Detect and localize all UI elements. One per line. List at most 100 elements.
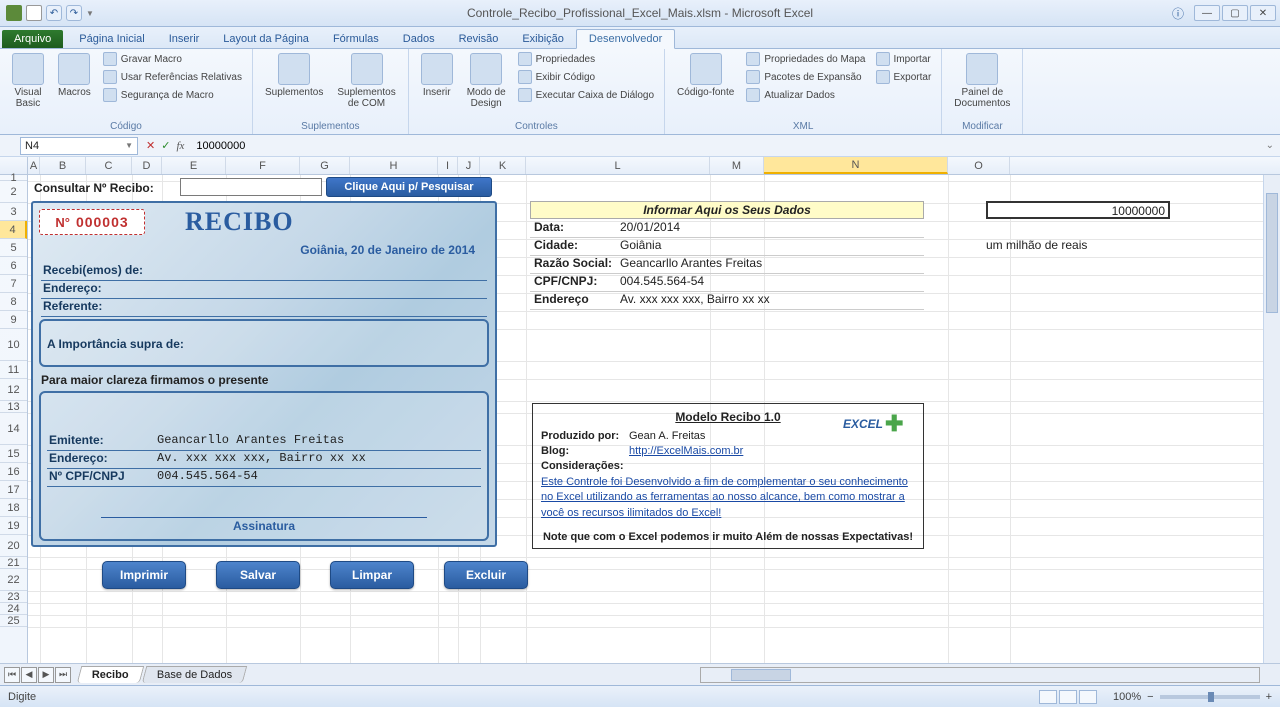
row-header-10[interactable]: 10	[0, 329, 27, 361]
tab-revisao[interactable]: Revisão	[447, 30, 511, 48]
exportar-button[interactable]: Exportar	[874, 69, 934, 85]
enter-icon[interactable]: ✓	[161, 139, 170, 152]
row-header-15[interactable]: 15	[0, 445, 27, 463]
tab-pagina-inicial[interactable]: Página Inicial	[67, 30, 156, 48]
col-header-L[interactable]: L	[526, 157, 710, 174]
minimize-button[interactable]: —	[1194, 5, 1220, 21]
cancel-icon[interactable]: ✕	[146, 139, 155, 152]
importar-button[interactable]: Importar	[874, 51, 934, 67]
row-header-4[interactable]: 4	[0, 221, 27, 239]
redo-icon[interactable]: ↷	[66, 5, 82, 21]
col-header-H[interactable]: H	[350, 157, 438, 174]
row-header-20[interactable]: 20	[0, 535, 27, 557]
col-header-K[interactable]: K	[480, 157, 526, 174]
info-cidade-value[interactable]: Goiânia	[616, 238, 661, 255]
tab-desenvolvedor[interactable]: Desenvolvedor	[576, 29, 675, 49]
macros-button[interactable]: Macros	[54, 51, 95, 100]
col-header-B[interactable]: B	[40, 157, 86, 174]
excel-icon[interactable]	[6, 5, 22, 21]
suplementos-button[interactable]: Suplementos	[261, 51, 327, 100]
vertical-scrollbar[interactable]	[1263, 175, 1280, 663]
row-header-23[interactable]: 23	[0, 591, 27, 603]
tab-last-icon[interactable]: ⏭	[55, 667, 71, 683]
col-header-D[interactable]: D	[132, 157, 162, 174]
row-header-17[interactable]: 17	[0, 481, 27, 499]
visual-basic-button[interactable]: Visual Basic	[8, 51, 48, 111]
col-header-A[interactable]: A	[28, 157, 40, 174]
seguranca-macro-button[interactable]: Segurança de Macro	[101, 87, 244, 103]
namebox-dropdown-icon[interactable]: ▼	[125, 141, 133, 150]
tab-dados[interactable]: Dados	[391, 30, 447, 48]
file-tab[interactable]: Arquivo	[2, 30, 63, 48]
vscroll-thumb[interactable]	[1266, 193, 1278, 313]
row-header-8[interactable]: 8	[0, 293, 27, 311]
gravar-macro-button[interactable]: Gravar Macro	[101, 51, 244, 67]
pesquisar-button[interactable]: Clique Aqui p/ Pesquisar	[326, 177, 492, 197]
col-header-C[interactable]: C	[86, 157, 132, 174]
qat-dropdown-icon[interactable]: ▼	[86, 9, 94, 18]
ref-relativas-button[interactable]: Usar Referências Relativas	[101, 69, 244, 85]
modelo-blog-link[interactable]: http://ExcelMais.com.br	[629, 445, 743, 457]
tab-next-icon[interactable]: ▶	[38, 667, 54, 683]
zoom-thumb[interactable]	[1208, 692, 1214, 702]
row-header-6[interactable]: 6	[0, 257, 27, 275]
row-header-24[interactable]: 24	[0, 603, 27, 615]
row-header-5[interactable]: 5	[0, 239, 27, 257]
row-header-14[interactable]: 14	[0, 413, 27, 445]
view-layout-icon[interactable]	[1059, 690, 1077, 704]
tab-inserir[interactable]: Inserir	[157, 30, 212, 48]
row-header-16[interactable]: 16	[0, 463, 27, 481]
maximize-button[interactable]: ▢	[1222, 5, 1248, 21]
tab-exibicao[interactable]: Exibição	[510, 30, 576, 48]
consultar-input[interactable]	[180, 178, 322, 196]
col-header-G[interactable]: G	[300, 157, 350, 174]
zoom-out-icon[interactable]: −	[1147, 691, 1153, 703]
selected-cell-n4[interactable]: 10000000	[986, 201, 1170, 219]
tab-layout[interactable]: Layout da Página	[211, 30, 321, 48]
view-pagebreak-icon[interactable]	[1079, 690, 1097, 704]
col-header-E[interactable]: E	[162, 157, 226, 174]
tab-first-icon[interactable]: ⏮	[4, 667, 20, 683]
info-cpf-value[interactable]: 004.545.564-54	[616, 274, 704, 291]
salvar-button[interactable]: Salvar	[216, 561, 300, 589]
propriedades-button[interactable]: Propriedades	[516, 51, 656, 67]
info-endereco-value[interactable]: Av. xxx xxx xxx, Bairro xx xx	[616, 292, 770, 309]
info-razao-value[interactable]: Geancarllo Arantes Freitas	[616, 256, 762, 273]
close-button[interactable]: ✕	[1250, 5, 1276, 21]
fx-icon[interactable]: fx	[176, 140, 184, 152]
codigo-fonte-button[interactable]: Código-fonte	[673, 51, 738, 100]
row-header-21[interactable]: 21	[0, 557, 27, 569]
row-header-22[interactable]: 22	[0, 569, 27, 591]
formula-bar-expand-icon[interactable]: ⌄	[1266, 140, 1274, 151]
row-header-13[interactable]: 13	[0, 401, 27, 413]
hscroll-thumb[interactable]	[731, 669, 791, 681]
excluir-button[interactable]: Excluir	[444, 561, 528, 589]
cells-area[interactable]: Consultar Nº Recibo: Clique Aqui p/ Pesq…	[28, 175, 1280, 663]
view-normal-icon[interactable]	[1039, 690, 1057, 704]
row-header-19[interactable]: 19	[0, 517, 27, 535]
undo-icon[interactable]: ↶	[46, 5, 62, 21]
col-header-N[interactable]: N	[764, 157, 948, 174]
name-box[interactable]: N4▼	[20, 137, 138, 155]
limpar-button[interactable]: Limpar	[330, 561, 414, 589]
row-header-7[interactable]: 7	[0, 275, 27, 293]
suplementos-com-button[interactable]: Suplementos de COM	[333, 51, 399, 111]
modo-design-button[interactable]: Modo de Design	[463, 51, 510, 111]
col-header-O[interactable]: O	[948, 157, 1010, 174]
zoom-slider[interactable]	[1160, 695, 1260, 699]
exibir-codigo-button[interactable]: Exibir Código	[516, 69, 656, 85]
row-header-11[interactable]: 11	[0, 361, 27, 379]
tab-formulas[interactable]: Fórmulas	[321, 30, 391, 48]
row-header-9[interactable]: 9	[0, 311, 27, 329]
executar-dialogo-button[interactable]: Executar Caixa de Diálogo	[516, 87, 656, 103]
save-icon[interactable]	[26, 5, 42, 21]
tab-prev-icon[interactable]: ◀	[21, 667, 37, 683]
sheet-tab-base-dados[interactable]: Base de Dados	[141, 666, 247, 683]
sheet-tab-recibo[interactable]: Recibo	[77, 666, 144, 683]
pacotes-expansao-button[interactable]: Pacotes de Expansão	[744, 69, 867, 85]
info-data-value[interactable]: 20/01/2014	[616, 220, 680, 237]
painel-documentos-button[interactable]: Painel de Documentos	[950, 51, 1014, 111]
prop-mapa-button[interactable]: Propriedades do Mapa	[744, 51, 867, 67]
row-header-2[interactable]: 2	[0, 181, 27, 203]
zoom-in-icon[interactable]: +	[1266, 691, 1272, 703]
